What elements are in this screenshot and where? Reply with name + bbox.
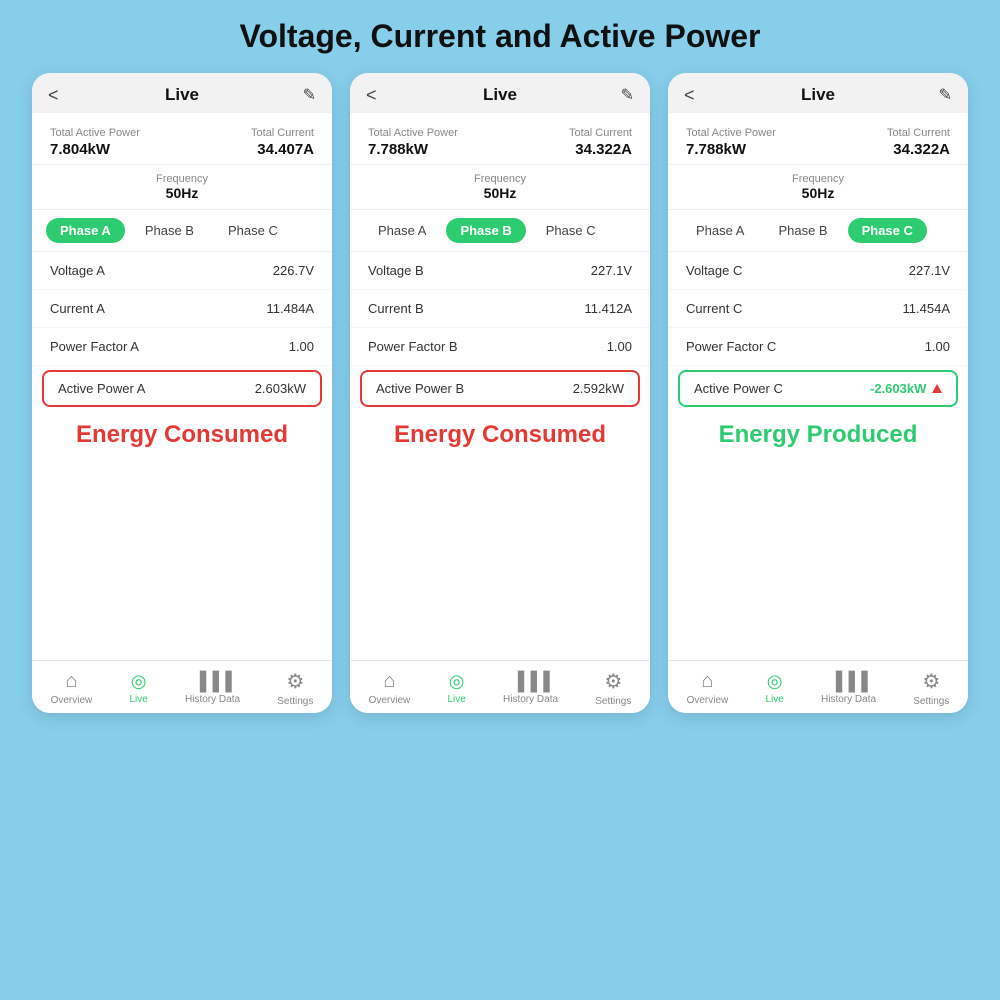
phase-tab-a-phaseC[interactable]: Phase C: [214, 218, 292, 243]
live-icon-b: ◎: [449, 671, 465, 692]
data-row-pf-a: Power Factor A 1.00: [32, 328, 332, 366]
stat-current-b: Total Current 34.322A: [569, 127, 632, 158]
phone-b-stats: Total Active Power 7.788kW Total Current…: [350, 113, 650, 165]
phase-tab-b-phaseC[interactable]: Phase C: [532, 218, 610, 243]
phone-a-phase-tabs: Phase A Phase B Phase C: [32, 210, 332, 252]
phase-tab-a-phaseA[interactable]: Phase A: [46, 218, 125, 243]
settings-icon-b: ⚙: [604, 669, 622, 694]
data-row-activepower-a: Active Power A 2.603kW: [42, 370, 322, 407]
phone-c-body: Total Active Power 7.788kW Total Current…: [668, 113, 968, 660]
history-icon-b: ▐▐▐: [511, 671, 549, 692]
stat-current-a: Total Current 34.407A: [251, 127, 314, 158]
phone-c: < Live ✎ Total Active Power 7.788kW Tota…: [668, 73, 968, 713]
data-row-voltage-c: Voltage C 227.1V: [668, 252, 968, 290]
phone-a-body: Total Active Power 7.804kW Total Current…: [32, 113, 332, 660]
phone-b-header: < Live ✎: [350, 73, 650, 113]
footer-history-a[interactable]: ▐▐▐ History Data: [185, 671, 240, 705]
phone-c-phase-tabs: Phase A Phase B Phase C: [668, 210, 968, 252]
phone-b-title: Live: [483, 85, 517, 105]
data-row-current-b: Current B 11.412A: [350, 290, 650, 328]
data-row-activepower-c: Active Power C -2.603kW: [678, 370, 958, 407]
history-icon-a: ▐▐▐: [193, 671, 231, 692]
phone-a-header: < Live ✎: [32, 73, 332, 113]
home-icon-c: ⌂: [701, 670, 713, 693]
footer-live-a[interactable]: ◎ Live: [129, 671, 147, 705]
data-row-voltage-a: Voltage A 226.7V: [32, 252, 332, 290]
phase-tab-b-phaseB[interactable]: Phase B: [446, 218, 525, 243]
energy-label-b: Energy Consumed: [350, 411, 650, 453]
live-icon-a: ◎: [131, 671, 147, 692]
back-button-b[interactable]: <: [366, 85, 377, 106]
home-icon-a: ⌂: [65, 670, 77, 693]
data-row-pf-b: Power Factor B 1.00: [350, 328, 650, 366]
edit-button-c[interactable]: ✎: [939, 85, 952, 105]
phone-b-phase-tabs: Phase A Phase B Phase C: [350, 210, 650, 252]
live-icon-c: ◎: [767, 671, 783, 692]
phone-c-header: < Live ✎: [668, 73, 968, 113]
phone-c-title: Live: [801, 85, 835, 105]
footer-settings-b[interactable]: ⚙ Settings: [595, 669, 631, 707]
edit-button-a[interactable]: ✎: [303, 85, 316, 105]
data-row-activepower-b: Active Power B 2.592kW: [360, 370, 640, 407]
phones-row: < Live ✎ Total Active Power 7.804kW Tota…: [0, 73, 1000, 713]
footer-live-b[interactable]: ◎ Live: [447, 671, 465, 705]
phase-tab-b-phaseA[interactable]: Phase A: [364, 218, 440, 243]
phone-a-title: Live: [165, 85, 199, 105]
stat-active-power-b: Total Active Power 7.788kW: [368, 127, 458, 158]
stat-current-c: Total Current 34.322A: [887, 127, 950, 158]
footer-overview-b[interactable]: ⌂ Overview: [369, 670, 411, 706]
settings-icon-a: ⚙: [286, 669, 304, 694]
footer-overview-a[interactable]: ⌂ Overview: [51, 670, 93, 706]
back-button-a[interactable]: <: [48, 85, 59, 106]
home-icon-b: ⌂: [383, 670, 395, 693]
data-row-current-a: Current A 11.484A: [32, 290, 332, 328]
phase-tab-c-phaseC[interactable]: Phase C: [848, 218, 927, 243]
stat-active-power-a: Total Active Power 7.804kW: [50, 127, 140, 158]
back-button-c[interactable]: <: [684, 85, 695, 106]
phase-tab-c-phaseA[interactable]: Phase A: [682, 218, 758, 243]
phone-b-footer: ⌂ Overview ◎ Live ▐▐▐ History Data ⚙ Set…: [350, 660, 650, 713]
footer-settings-c[interactable]: ⚙ Settings: [913, 669, 949, 707]
arrow-up-icon: [932, 384, 942, 393]
footer-history-c[interactable]: ▐▐▐ History Data: [821, 671, 876, 705]
footer-history-b[interactable]: ▐▐▐ History Data: [503, 671, 558, 705]
phone-a-freq: Frequency 50Hz: [32, 165, 332, 210]
phone-b-freq: Frequency 50Hz: [350, 165, 650, 210]
stat-active-power-c: Total Active Power 7.788kW: [686, 127, 776, 158]
phone-a-stats: Total Active Power 7.804kW Total Current…: [32, 113, 332, 165]
data-row-current-c: Current C 11.454A: [668, 290, 968, 328]
footer-settings-a[interactable]: ⚙ Settings: [277, 669, 313, 707]
phone-a-footer: ⌂ Overview ◎ Live ▐▐▐ History Data ⚙ Set…: [32, 660, 332, 713]
phone-b: < Live ✎ Total Active Power 7.788kW Tota…: [350, 73, 650, 713]
phone-a: < Live ✎ Total Active Power 7.804kW Tota…: [32, 73, 332, 713]
phone-c-footer: ⌂ Overview ◎ Live ▐▐▐ History Data ⚙ Set…: [668, 660, 968, 713]
page-title: Voltage, Current and Active Power: [240, 18, 761, 55]
data-row-pf-c: Power Factor C 1.00: [668, 328, 968, 366]
footer-overview-c[interactable]: ⌂ Overview: [687, 670, 729, 706]
settings-icon-c: ⚙: [922, 669, 940, 694]
footer-live-c[interactable]: ◎ Live: [765, 671, 783, 705]
phone-c-freq: Frequency 50Hz: [668, 165, 968, 210]
phone-b-body: Total Active Power 7.788kW Total Current…: [350, 113, 650, 660]
data-row-voltage-b: Voltage B 227.1V: [350, 252, 650, 290]
phone-c-stats: Total Active Power 7.788kW Total Current…: [668, 113, 968, 165]
history-icon-c: ▐▐▐: [829, 671, 867, 692]
phase-tab-a-phaseB[interactable]: Phase B: [131, 218, 208, 243]
edit-button-b[interactable]: ✎: [621, 85, 634, 105]
energy-label-a: Energy Consumed: [32, 411, 332, 453]
phase-tab-c-phaseB[interactable]: Phase B: [764, 218, 841, 243]
energy-label-c: Energy Produced: [668, 411, 968, 453]
